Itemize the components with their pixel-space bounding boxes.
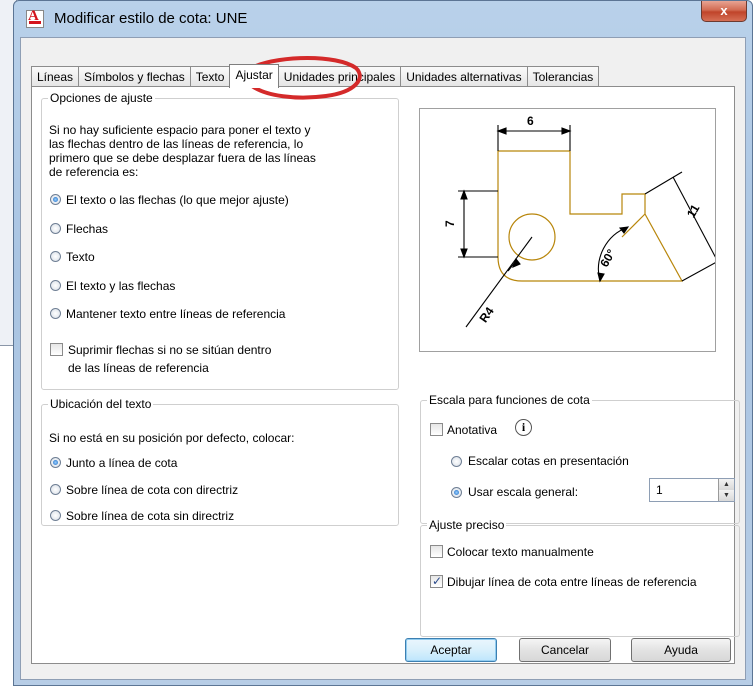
fit-options-title: Opciones de ajuste (48, 91, 155, 105)
tab-simbolos-flechas[interactable]: Símbolos y flechas (78, 66, 191, 87)
radio-arrows[interactable] (50, 223, 61, 234)
radio-overall-scale[interactable] (451, 487, 462, 498)
preview-chamfer (621, 213, 646, 238)
preview-dim-radius: R4 (476, 304, 496, 325)
radio-text-or-arrows[interactable] (50, 194, 61, 205)
scale-title: Escala para funciones de cota (427, 393, 592, 407)
preview-dim-slant: 11 (684, 202, 703, 220)
info-icon[interactable]: i (515, 419, 532, 436)
preview-drawing: 6 7 11 60° R4 (443, 114, 723, 328)
text-placement-prompt: Si no está en su posición por defecto, c… (49, 431, 295, 445)
fit-description-line-2: las flechas dentro de las líneas de refe… (49, 137, 304, 151)
fit-description-line-1: Si no hay suficiente espacio para poner … (49, 123, 311, 137)
manual-text-label[interactable]: Colocar texto manualmente (447, 545, 594, 559)
radio-over-without-leader[interactable] (50, 510, 61, 521)
radio-keep-text-between-label[interactable]: Mantener texto entre líneas de referenci… (66, 307, 285, 321)
title-bar[interactable]: A Modificar estilo de cota: UNE x (14, 1, 752, 37)
radio-over-without-leader-label[interactable]: Sobre línea de cota sin directriz (66, 509, 234, 523)
radio-text[interactable] (50, 251, 61, 262)
preview-hole (508, 213, 556, 261)
annotative-label[interactable]: Anotativa (447, 423, 497, 437)
autocad-app-icon: A (26, 8, 44, 28)
radio-overall-scale-label[interactable]: Usar escala general: (468, 485, 578, 499)
close-button[interactable]: x (701, 1, 747, 22)
radio-over-with-leader[interactable] (50, 484, 61, 495)
preview-dimensions (458, 125, 723, 328)
suppress-arrows-label-2[interactable]: de las líneas de referencia (68, 361, 209, 375)
manual-text-checkbox[interactable] (430, 545, 443, 558)
cancel-button[interactable]: Cancelar (519, 638, 611, 662)
dialog-window: A Modificar estilo de cota: UNE x Líneas… (13, 0, 753, 686)
preview-geometry (497, 150, 684, 282)
help-button[interactable]: Ayuda (631, 638, 731, 662)
fit-description-line-3: primero que se debe desplazar fuera de l… (49, 151, 316, 165)
text-placement-title: Ubicación del texto (48, 397, 154, 411)
tab-texto[interactable]: Texto (189, 66, 231, 87)
fit-description-line-4: de referencia es: (49, 165, 139, 179)
radio-over-with-leader-label[interactable]: Sobre línea de cota con directriz (66, 483, 238, 497)
fine-tuning-title: Ajuste preciso (427, 518, 507, 532)
preview-dim-top: 6 (527, 114, 534, 128)
overall-scale-spinner[interactable]: 1 ▲ ▼ (649, 478, 735, 502)
radio-text-and-arrows-label[interactable]: El texto y las flechas (66, 279, 175, 293)
ok-button[interactable]: Aceptar (405, 638, 497, 662)
radio-text-label[interactable]: Texto (66, 250, 95, 264)
tab-tolerancias[interactable]: Tolerancias (526, 66, 600, 87)
spin-down-icon[interactable]: ▼ (718, 490, 734, 501)
radio-text-and-arrows[interactable] (50, 280, 61, 291)
radio-keep-text-between[interactable] (50, 308, 61, 319)
dialog-client-area: Líneas Símbolos y flechas Texto Ajustar … (20, 37, 746, 680)
preview-dim-left: 7 (443, 220, 457, 227)
preview-outline (497, 150, 684, 282)
radio-beside-dim-line-label[interactable]: Junto a línea de cota (66, 456, 177, 470)
radio-scale-to-layout[interactable] (451, 456, 462, 467)
radio-text-or-arrows-label[interactable]: El texto o las flechas (lo que mejor aju… (66, 193, 289, 207)
radio-beside-dim-line[interactable] (50, 457, 61, 468)
radio-scale-to-layout-label[interactable]: Escalar cotas en presentación (468, 454, 629, 468)
tab-ajustar[interactable]: Ajustar (229, 64, 279, 88)
preview-pane: 6 7 11 60° R4 (419, 108, 723, 352)
suppress-arrows-checkbox[interactable] (50, 343, 63, 356)
preview-dim-angle: 60° (597, 247, 618, 270)
tab-lineas[interactable]: Líneas (31, 66, 80, 87)
draw-dim-line-label[interactable]: Dibujar línea de cota entre líneas de re… (447, 575, 697, 589)
dialog-title: Modificar estilo de cota: UNE (54, 10, 248, 27)
tab-unidades-alternativas[interactable]: Unidades alternativas (400, 66, 528, 87)
draw-dim-line-checkbox[interactable] (430, 574, 443, 588)
overall-scale-value[interactable]: 1 (656, 483, 663, 497)
suppress-arrows-label-1[interactable]: Suprimir flechas si no se sitúan dentro (68, 343, 271, 357)
annotative-checkbox[interactable] (430, 423, 443, 436)
radio-arrows-label[interactable]: Flechas (66, 222, 108, 236)
